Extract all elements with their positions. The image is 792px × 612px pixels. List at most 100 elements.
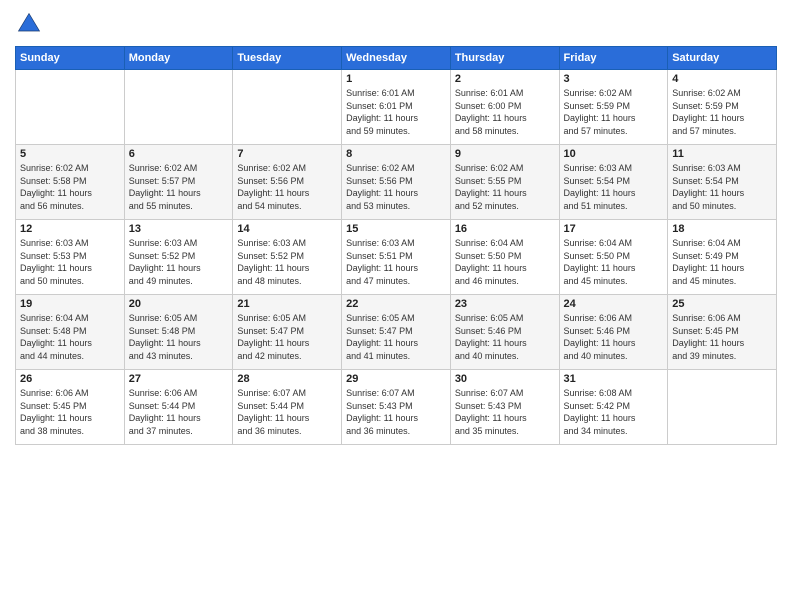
day-info: Sunrise: 6:07 AM Sunset: 5:43 PM Dayligh… xyxy=(455,387,555,437)
calendar-cell: 30 Sunrise: 6:07 AM Sunset: 5:43 PM Dayli… xyxy=(450,370,559,445)
day-info: Sunrise: 6:05 AM Sunset: 5:47 PM Dayligh… xyxy=(237,312,337,362)
calendar-cell: 26 Sunrise: 6:06 AM Sunset: 5:45 PM Dayli… xyxy=(16,370,125,445)
day-info: Sunrise: 6:02 AM Sunset: 5:56 PM Dayligh… xyxy=(237,162,337,212)
page: SundayMondayTuesdayWednesdayThursdayFrid… xyxy=(0,0,792,455)
calendar-cell: 9Sunrise: 6:02 AM Sunset: 5:55 PM Daylig… xyxy=(450,145,559,220)
weekday-header-row: SundayMondayTuesdayWednesdayThursdayFrid… xyxy=(16,47,777,70)
day-number: 4 xyxy=(672,73,772,85)
calendar-cell xyxy=(124,70,233,145)
day-info: Sunrise: 6:06 AM Sunset: 5:44 PM Dayligh… xyxy=(129,387,229,437)
day-info: Sunrise: 6:07 AM Sunset: 5:44 PM Dayligh… xyxy=(237,387,337,437)
day-number: 12 xyxy=(20,223,120,235)
day-info: Sunrise: 6:07 AM Sunset: 5:43 PM Dayligh… xyxy=(346,387,446,437)
day-number: 7 xyxy=(237,148,337,160)
day-number: 8 xyxy=(346,148,446,160)
calendar-cell: 6 Sunrise: 6:02 AM Sunset: 5:57 PM Daylig… xyxy=(124,145,233,220)
calendar-cell: 25 Sunrise: 6:06 AM Sunset: 5:45 PM Dayli… xyxy=(668,295,777,370)
day-number: 14 xyxy=(237,223,337,235)
calendar-cell: 27 Sunrise: 6:06 AM Sunset: 5:44 PM Dayli… xyxy=(124,370,233,445)
day-info: Sunrise: 6:03 AM Sunset: 5:54 PM Dayligh… xyxy=(564,162,664,212)
day-info: Sunrise: 6:01 AM Sunset: 6:01 PM Dayligh… xyxy=(346,87,446,137)
day-number: 28 xyxy=(237,373,337,385)
header xyxy=(15,10,777,38)
day-info: Sunrise: 6:02 AM Sunset: 5:57 PM Dayligh… xyxy=(129,162,229,212)
day-info: Sunrise: 6:01 AM Sunset: 6:00 PM Dayligh… xyxy=(455,87,555,137)
day-info: Sunrise: 6:04 AM Sunset: 5:49 PM Dayligh… xyxy=(672,237,772,287)
day-info: Sunrise: 6:02 AM Sunset: 5:59 PM Dayligh… xyxy=(564,87,664,137)
calendar-cell: 18 Sunrise: 6:04 AM Sunset: 5:49 PM Dayli… xyxy=(668,220,777,295)
week-row-2: 5 Sunrise: 6:02 AM Sunset: 5:58 PM Daylig… xyxy=(16,145,777,220)
day-info: Sunrise: 6:08 AM Sunset: 5:42 PM Dayligh… xyxy=(564,387,664,437)
day-number: 11 xyxy=(672,148,772,160)
day-info: Sunrise: 6:03 AM Sunset: 5:53 PM Dayligh… xyxy=(20,237,120,287)
weekday-header-sunday: Sunday xyxy=(16,47,125,70)
day-number: 26 xyxy=(20,373,120,385)
day-info: Sunrise: 6:03 AM Sunset: 5:52 PM Dayligh… xyxy=(237,237,337,287)
day-number: 25 xyxy=(672,298,772,310)
week-row-5: 26 Sunrise: 6:06 AM Sunset: 5:45 PM Dayli… xyxy=(16,370,777,445)
day-number: 27 xyxy=(129,373,229,385)
day-number: 31 xyxy=(564,373,664,385)
day-info: Sunrise: 6:04 AM Sunset: 5:48 PM Dayligh… xyxy=(20,312,120,362)
day-number: 20 xyxy=(129,298,229,310)
day-number: 16 xyxy=(455,223,555,235)
day-info: Sunrise: 6:03 AM Sunset: 5:51 PM Dayligh… xyxy=(346,237,446,287)
calendar-cell: 2Sunrise: 6:01 AM Sunset: 6:00 PM Daylig… xyxy=(450,70,559,145)
calendar-cell: 5 Sunrise: 6:02 AM Sunset: 5:58 PM Daylig… xyxy=(16,145,125,220)
day-info: Sunrise: 6:02 AM Sunset: 5:59 PM Dayligh… xyxy=(672,87,772,137)
day-number: 13 xyxy=(129,223,229,235)
day-info: Sunrise: 6:04 AM Sunset: 5:50 PM Dayligh… xyxy=(455,237,555,287)
calendar-cell: 19Sunrise: 6:04 AM Sunset: 5:48 PM Dayli… xyxy=(16,295,125,370)
calendar-cell: 20 Sunrise: 6:05 AM Sunset: 5:48 PM Dayli… xyxy=(124,295,233,370)
day-info: Sunrise: 6:06 AM Sunset: 5:45 PM Dayligh… xyxy=(672,312,772,362)
calendar-cell: 7 Sunrise: 6:02 AM Sunset: 5:56 PM Daylig… xyxy=(233,145,342,220)
day-number: 10 xyxy=(564,148,664,160)
weekday-header-thursday: Thursday xyxy=(450,47,559,70)
logo xyxy=(15,10,47,38)
day-number: 30 xyxy=(455,373,555,385)
day-info: Sunrise: 6:05 AM Sunset: 5:48 PM Dayligh… xyxy=(129,312,229,362)
day-info: Sunrise: 6:03 AM Sunset: 5:52 PM Dayligh… xyxy=(129,237,229,287)
calendar-cell: 3 Sunrise: 6:02 AM Sunset: 5:59 PM Daylig… xyxy=(559,70,668,145)
day-number: 29 xyxy=(346,373,446,385)
calendar: SundayMondayTuesdayWednesdayThursdayFrid… xyxy=(15,46,777,445)
day-info: Sunrise: 6:05 AM Sunset: 5:47 PM Dayligh… xyxy=(346,312,446,362)
day-number: 15 xyxy=(346,223,446,235)
calendar-cell xyxy=(16,70,125,145)
day-number: 3 xyxy=(564,73,664,85)
day-info: Sunrise: 6:02 AM Sunset: 5:55 PM Dayligh… xyxy=(455,162,555,212)
day-number: 18 xyxy=(672,223,772,235)
calendar-cell xyxy=(668,370,777,445)
day-info: Sunrise: 6:02 AM Sunset: 5:58 PM Dayligh… xyxy=(20,162,120,212)
calendar-cell: 8Sunrise: 6:02 AM Sunset: 5:56 PM Daylig… xyxy=(342,145,451,220)
calendar-cell: 17Sunrise: 6:04 AM Sunset: 5:50 PM Dayli… xyxy=(559,220,668,295)
calendar-cell xyxy=(233,70,342,145)
day-number: 21 xyxy=(237,298,337,310)
day-number: 22 xyxy=(346,298,446,310)
day-number: 1 xyxy=(346,73,446,85)
week-row-3: 12 Sunrise: 6:03 AM Sunset: 5:53 PM Dayli… xyxy=(16,220,777,295)
calendar-cell: 13 Sunrise: 6:03 AM Sunset: 5:52 PM Dayli… xyxy=(124,220,233,295)
weekday-header-monday: Monday xyxy=(124,47,233,70)
calendar-cell: 16 Sunrise: 6:04 AM Sunset: 5:50 PM Dayli… xyxy=(450,220,559,295)
weekday-header-wednesday: Wednesday xyxy=(342,47,451,70)
day-number: 24 xyxy=(564,298,664,310)
day-info: Sunrise: 6:06 AM Sunset: 5:45 PM Dayligh… xyxy=(20,387,120,437)
day-info: Sunrise: 6:05 AM Sunset: 5:46 PM Dayligh… xyxy=(455,312,555,362)
week-row-4: 19Sunrise: 6:04 AM Sunset: 5:48 PM Dayli… xyxy=(16,295,777,370)
day-info: Sunrise: 6:06 AM Sunset: 5:46 PM Dayligh… xyxy=(564,312,664,362)
day-number: 5 xyxy=(20,148,120,160)
calendar-cell: 14 Sunrise: 6:03 AM Sunset: 5:52 PM Dayli… xyxy=(233,220,342,295)
day-number: 6 xyxy=(129,148,229,160)
calendar-cell: 15 Sunrise: 6:03 AM Sunset: 5:51 PM Dayli… xyxy=(342,220,451,295)
calendar-cell: 11 Sunrise: 6:03 AM Sunset: 5:54 PM Dayli… xyxy=(668,145,777,220)
calendar-cell: 28 Sunrise: 6:07 AM Sunset: 5:44 PM Dayli… xyxy=(233,370,342,445)
calendar-cell: 31 Sunrise: 6:08 AM Sunset: 5:42 PM Dayli… xyxy=(559,370,668,445)
calendar-cell: 29 Sunrise: 6:07 AM Sunset: 5:43 PM Dayli… xyxy=(342,370,451,445)
day-info: Sunrise: 6:03 AM Sunset: 5:54 PM Dayligh… xyxy=(672,162,772,212)
calendar-cell: 22 Sunrise: 6:05 AM Sunset: 5:47 PM Dayli… xyxy=(342,295,451,370)
weekday-header-tuesday: Tuesday xyxy=(233,47,342,70)
calendar-cell: 24 Sunrise: 6:06 AM Sunset: 5:46 PM Dayli… xyxy=(559,295,668,370)
calendar-cell: 23Sunrise: 6:05 AM Sunset: 5:46 PM Dayli… xyxy=(450,295,559,370)
day-number: 17 xyxy=(564,223,664,235)
